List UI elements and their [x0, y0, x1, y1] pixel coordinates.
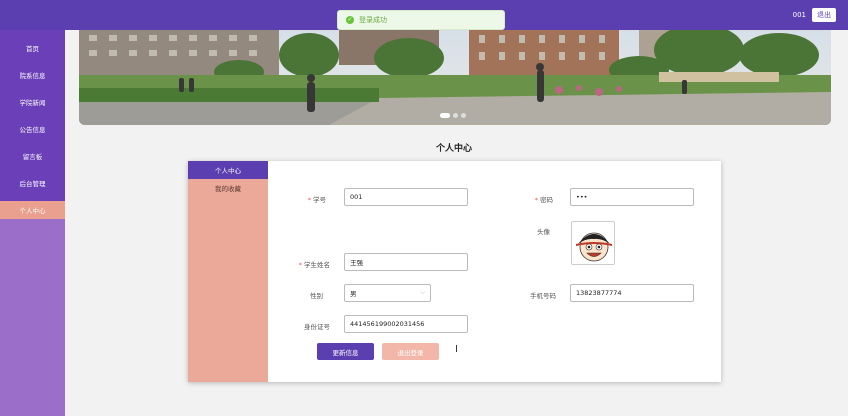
success-toast: ✓ 登录成功: [337, 10, 505, 30]
sidebar-item-admin[interactable]: 后台管理: [0, 174, 65, 192]
avatar-cartoon-icon: [576, 232, 612, 262]
carousel-indicators: [440, 113, 466, 118]
student-no-input[interactable]: 001: [344, 188, 468, 206]
header-logout-button[interactable]: 退出: [812, 8, 836, 22]
password-input[interactable]: •••: [570, 188, 694, 206]
sidebar-nav: 首页 院系信息 学院新闻 公告信息 留言板 后台管理 个人中心: [0, 30, 65, 219]
avatar-label: 头像: [537, 228, 550, 236]
sidebar-item-departments[interactable]: 院系信息: [0, 66, 65, 84]
profile-menu-favorites[interactable]: 我的收藏: [188, 179, 268, 197]
check-circle-icon: ✓: [346, 16, 354, 24]
carousel-dot-2[interactable]: [453, 113, 458, 118]
current-user-id: 001: [792, 11, 806, 19]
chevron-down-icon: ⌵: [420, 289, 425, 296]
sidebar-item-notices[interactable]: 公告信息: [0, 120, 65, 138]
sidebar-item-news[interactable]: 学院新闻: [0, 93, 65, 111]
gender-select[interactable]: 男 ⌵: [344, 284, 431, 302]
text-cursor-icon: I: [455, 344, 458, 355]
phone-input[interactable]: 13823877774: [570, 284, 694, 302]
carousel-dot-1[interactable]: [440, 113, 450, 118]
student-name-label-text: 学生姓名: [304, 261, 330, 269]
student-no-label: * 学号: [307, 196, 326, 204]
campus-scene: [79, 30, 831, 125]
student-name-input[interactable]: 王强: [344, 253, 468, 271]
logout-account-button[interactable]: 退出登录: [382, 343, 439, 360]
sidebar-item-profile[interactable]: 个人中心: [0, 201, 65, 219]
top-bar-user-area: 001 退出: [793, 8, 836, 22]
carousel-dot-3[interactable]: [461, 113, 466, 118]
update-info-button[interactable]: 更新信息: [317, 343, 374, 360]
student-name-label: * 学生姓名: [298, 261, 330, 269]
gender-label: 性别: [310, 292, 323, 300]
campus-banner-image: [79, 30, 831, 125]
id-card-label: 身份证号: [304, 323, 330, 331]
password-label-text: 密码: [540, 196, 553, 204]
profile-menu: 个人中心 我的收藏: [188, 161, 268, 382]
sidebar: 首页 院系信息 学院新闻 公告信息 留言板 后台管理 个人中心: [0, 30, 65, 416]
id-card-input[interactable]: 441456199002031456: [344, 315, 468, 333]
student-no-label-text: 学号: [313, 196, 326, 204]
toast-message: 登录成功: [359, 16, 387, 24]
page-title: 个人中心: [435, 144, 472, 154]
avatar[interactable]: [571, 221, 615, 265]
gender-select-value: 男: [350, 290, 357, 298]
password-label: * 密码: [534, 196, 553, 204]
profile-menu-personal-center[interactable]: 个人中心: [188, 161, 268, 179]
phone-label: 手机号码: [530, 292, 556, 300]
sidebar-item-home[interactable]: 首页: [0, 39, 65, 57]
